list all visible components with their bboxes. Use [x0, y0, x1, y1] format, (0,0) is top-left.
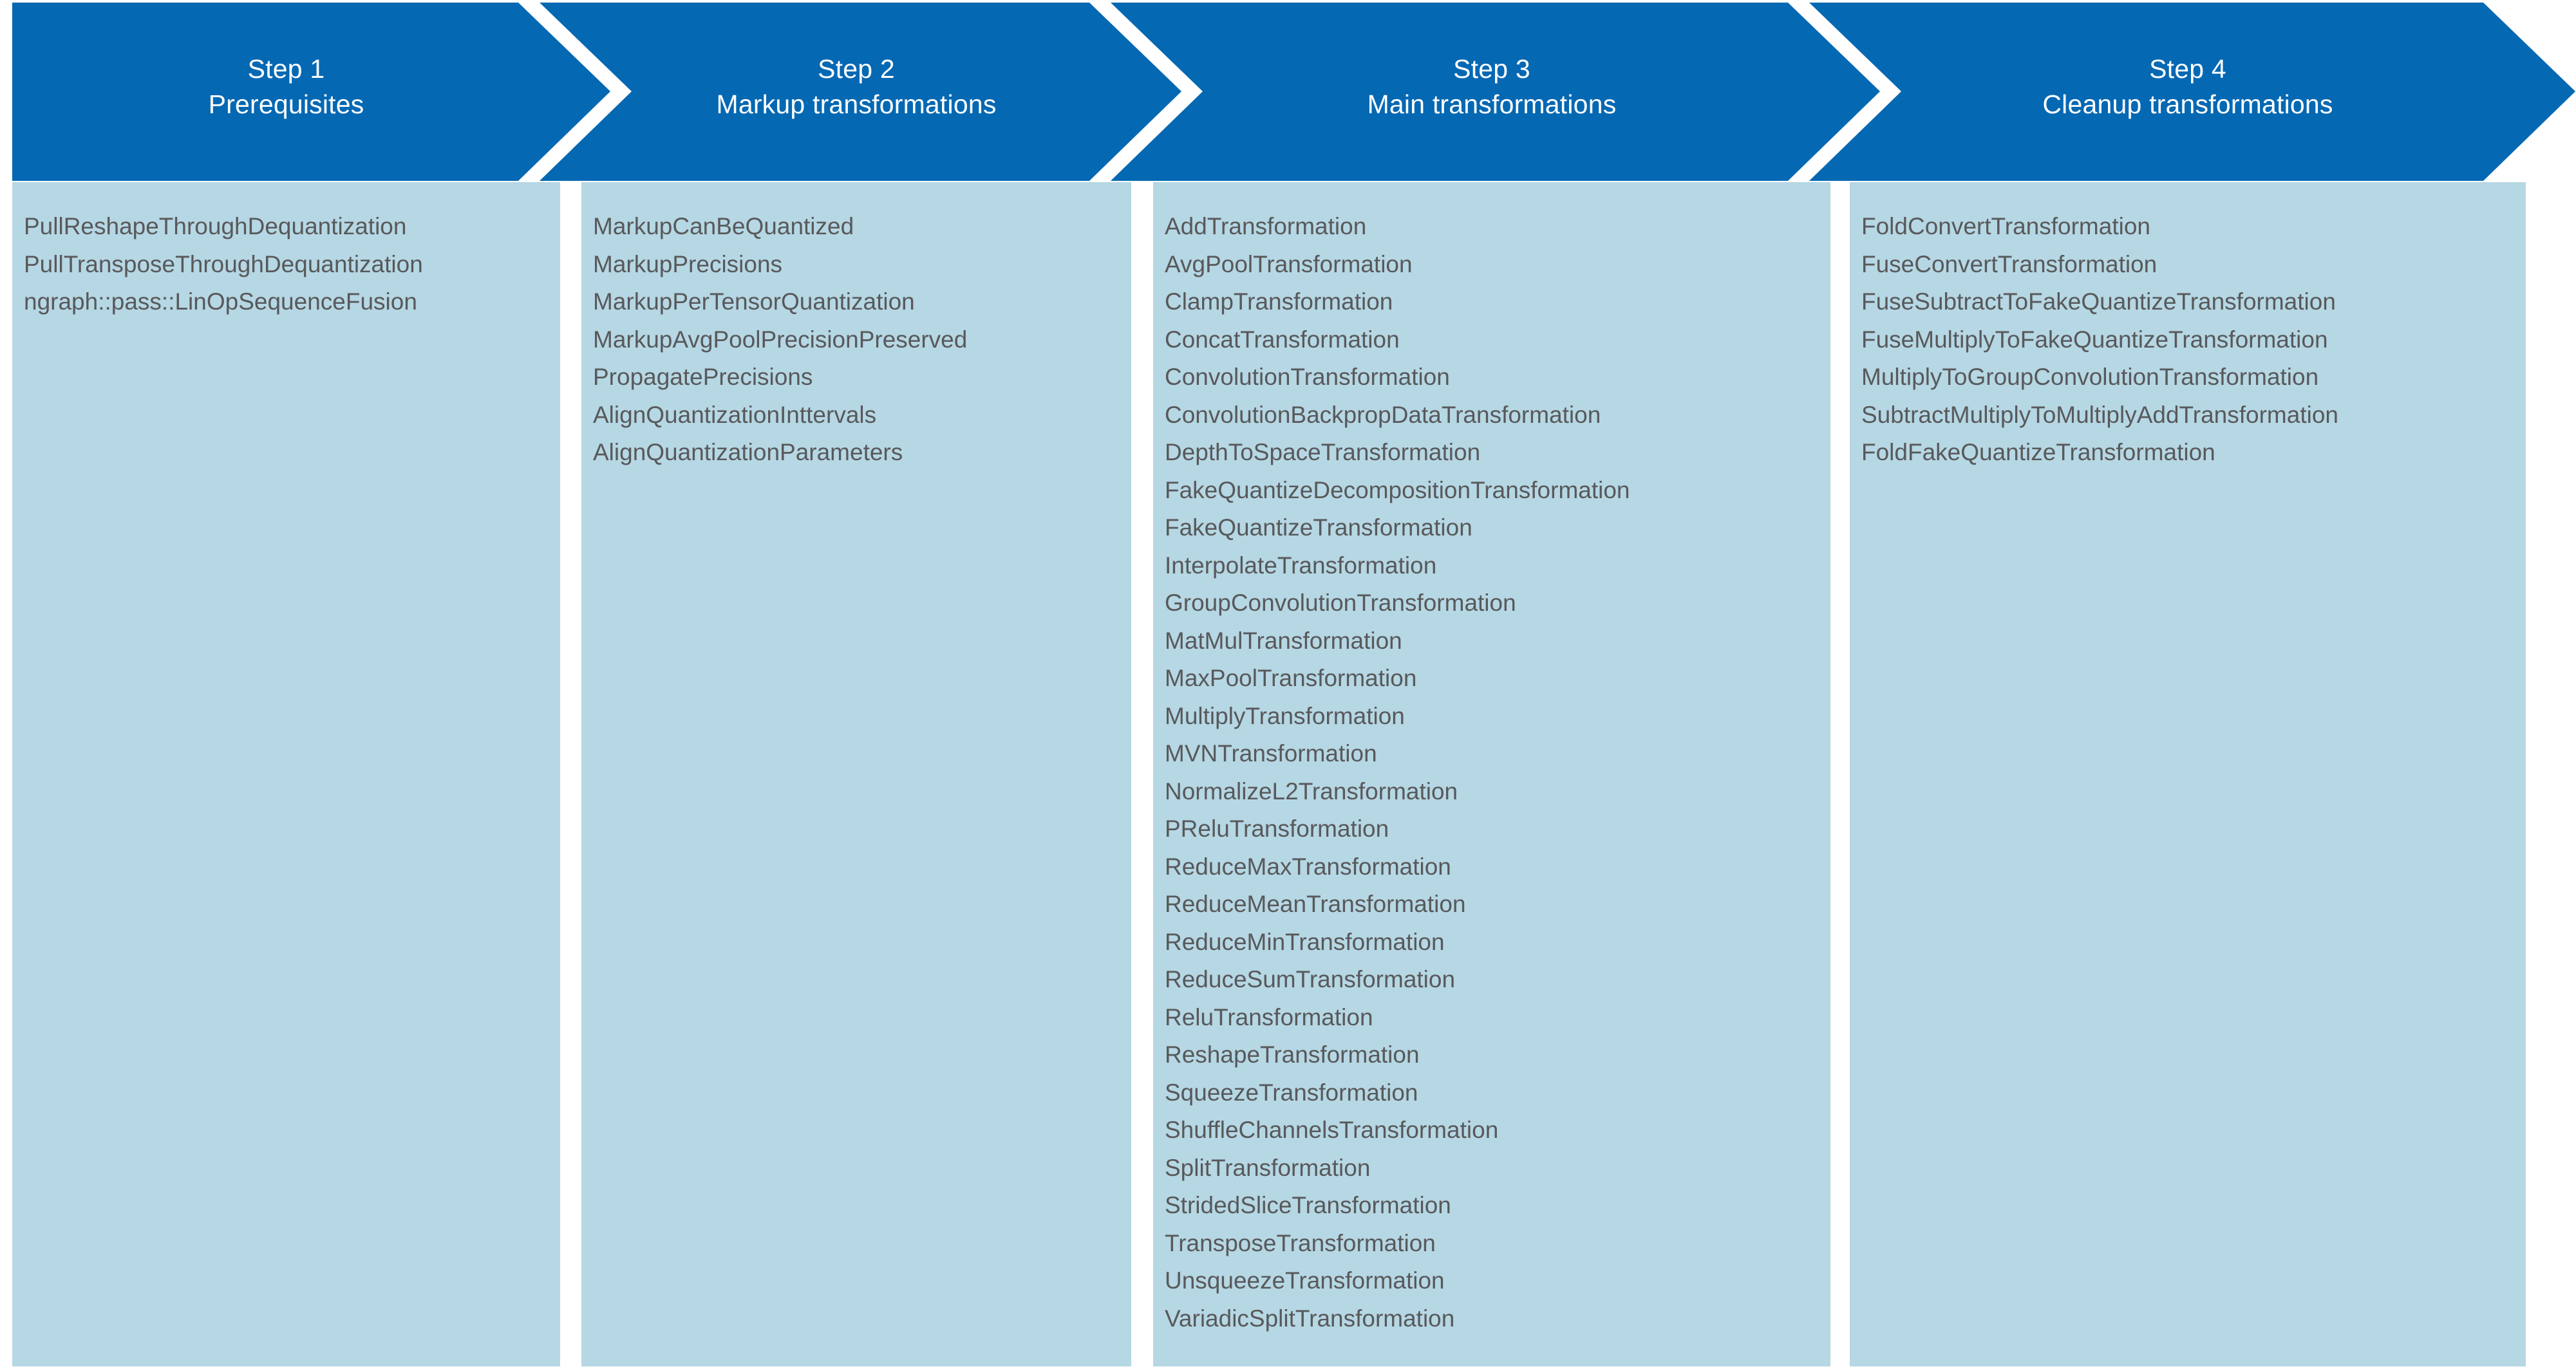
transformation-item: UnsqueezeTransformation: [1165, 1267, 1445, 1294]
transformation-item: DepthToSpaceTransformation: [1165, 439, 1481, 465]
step-2-panel: MarkupCanBeQuantized MarkupPrecisions Mark…: [581, 182, 1131, 1366]
transformation-item: FuseSubtractToFakeQuantizeTransformation: [1861, 288, 2336, 315]
transformation-item: AddTransformation: [1165, 213, 1367, 239]
transformation-item: ReluTransformation: [1165, 1003, 1373, 1030]
transformation-item: MultiplyTransformation: [1165, 702, 1405, 729]
step-3-transformation-list: AddTransformation AvgPoolTransformation Cl…: [1153, 208, 1830, 1337]
transformation-item: PullTransposeThroughDequantization: [24, 250, 423, 277]
transformation-item: FakeQuantizeDecompositionTransformation: [1165, 476, 1630, 503]
transformation-item: ReduceSumTransformation: [1165, 966, 1456, 992]
transformation-item: ReshapeTransformation: [1165, 1041, 1420, 1068]
transformation-item: SqueezeTransformation: [1165, 1079, 1418, 1106]
step-4-panel: FoldConvertTransformation FuseConvertTran…: [1850, 182, 2526, 1366]
transformation-item: AlignQuantizationInttervals: [593, 401, 877, 428]
step-4-arrow-shape: [1809, 3, 2575, 181]
transformation-item: TransposeTransformation: [1165, 1229, 1436, 1256]
transformation-item: ShuffleChannelsTransformation: [1165, 1117, 1499, 1143]
transformation-item: FoldConvertTransformation: [1861, 213, 2150, 239]
transformation-item: ngraph::pass::LinOpSequenceFusion: [24, 288, 417, 315]
transformation-item: ReduceMinTransformation: [1165, 928, 1445, 955]
step-2-transformation-list: MarkupCanBeQuantized MarkupPrecisions Mark…: [581, 208, 1131, 472]
transformation-item: AlignQuantizationParameters: [593, 439, 903, 465]
pipeline-diagram: Step 1 Prerequisites Step 2 Markup trans…: [0, 0, 2576, 1369]
transformation-item: GroupConvolutionTransformation: [1165, 590, 1516, 616]
transformation-item: MarkupPrecisions: [593, 250, 783, 277]
transformation-item: MarkupAvgPoolPrecisionPreserved: [593, 326, 968, 353]
transformation-item: PullReshapeThroughDequantization: [24, 213, 407, 239]
step-1-arrow-shape: [12, 3, 610, 181]
transformation-item: FoldFakeQuantizeTransformation: [1861, 439, 2215, 465]
transformation-item: VariadicSplitTransformation: [1165, 1305, 1455, 1332]
transformation-item: ConvolutionTransformation: [1165, 364, 1450, 390]
step-headers-band: Step 1 Prerequisites Step 2 Markup trans…: [0, 0, 2576, 187]
step-2-arrow-shape: [540, 3, 1181, 181]
transformation-item: MVNTransformation: [1165, 740, 1377, 767]
transformation-item: SubtractMultiplyToMultiplyAddTransformat…: [1861, 401, 2338, 428]
transformation-item: SplitTransformation: [1165, 1154, 1371, 1181]
transformation-item: MarkupPerTensorQuantization: [593, 288, 915, 315]
transformation-item: MatMulTransformation: [1165, 627, 1402, 654]
step-3-arrow-shape: [1111, 3, 1880, 181]
transformation-item: FuseConvertTransformation: [1861, 250, 2158, 277]
transformation-item: MarkupCanBeQuantized: [593, 213, 854, 239]
transformation-item: ReduceMaxTransformation: [1165, 853, 1451, 880]
transformation-item: MultiplyToGroupConvolutionTransformation: [1861, 364, 2319, 390]
transformation-item: AvgPoolTransformation: [1165, 250, 1413, 277]
transformation-item: StridedSliceTransformation: [1165, 1192, 1451, 1218]
step-1-panel: PullReshapeThroughDequantization PullTran…: [12, 182, 560, 1366]
transformation-item: FakeQuantizeTransformation: [1165, 514, 1472, 541]
transformation-item: ReduceMeanTransformation: [1165, 891, 1466, 917]
transformation-item: NormalizeL2Transformation: [1165, 778, 1458, 805]
step-4-transformation-list: FoldConvertTransformation FuseConvertTran…: [1850, 208, 2526, 472]
transformation-item: ConcatTransformation: [1165, 326, 1400, 353]
transformation-item: ClampTransformation: [1165, 288, 1393, 315]
transformation-item: PropagatePrecisions: [593, 364, 813, 390]
transformation-item: MaxPoolTransformation: [1165, 665, 1417, 691]
step-3-panel: AddTransformation AvgPoolTransformation Cl…: [1153, 182, 1830, 1366]
transformation-item: PReluTransformation: [1165, 815, 1389, 842]
transformation-item: ConvolutionBackpropDataTransformation: [1165, 401, 1601, 428]
step-1-transformation-list: PullReshapeThroughDequantization PullTran…: [12, 208, 560, 321]
transformation-item: InterpolateTransformation: [1165, 552, 1437, 579]
transformation-item: FuseMultiplyToFakeQuantizeTransformation: [1861, 326, 2328, 353]
